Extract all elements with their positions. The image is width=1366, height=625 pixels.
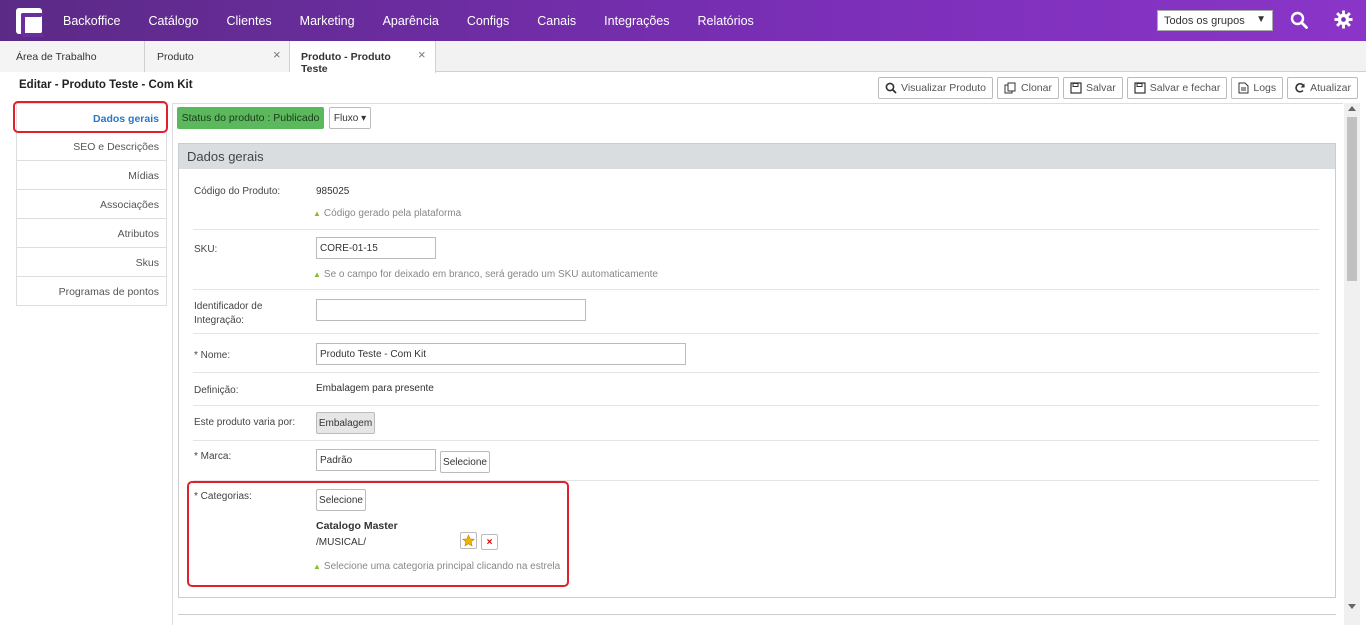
varia-label: Este produto varia por: xyxy=(194,417,296,428)
fluxo-dropdown[interactable]: Fluxo ▾ xyxy=(329,107,371,129)
row-divider xyxy=(193,372,1319,373)
tab-label: Produto - Produto Teste xyxy=(301,51,391,75)
nav-relatorios[interactable]: Relatórios xyxy=(698,14,754,28)
nome-label: * Nome: xyxy=(194,350,231,361)
marca-label: * Marca: xyxy=(194,451,232,462)
nav-catalogo[interactable]: Catálogo xyxy=(148,14,198,28)
tab-label: Área de Trabalho xyxy=(16,51,97,63)
tab-produto[interactable]: Produto × xyxy=(145,41,290,72)
scroll-down-icon[interactable] xyxy=(1348,604,1356,609)
definicao-label: Definição: xyxy=(194,385,239,396)
sku-input[interactable]: CORE-01-15 xyxy=(316,237,436,259)
save-close-button[interactable]: Salvar e fechar xyxy=(1126,77,1228,99)
integracao-input[interactable] xyxy=(316,299,586,321)
sku-hint: ▲ Se o campo for deixado em branco, será … xyxy=(313,269,658,280)
varia-tag: Embalagem xyxy=(316,412,375,434)
button-label: Atualizar xyxy=(1310,82,1351,94)
app-logo[interactable] xyxy=(16,7,45,37)
row-divider xyxy=(193,229,1319,230)
page-title: Editar - Produto Teste - Com Kit xyxy=(19,79,193,91)
main-menu: Backoffice Catálogo Clientes Marketing A… xyxy=(63,14,782,28)
button-label: Visualizar Produto xyxy=(901,82,987,94)
nav-backoffice[interactable]: Backoffice xyxy=(63,14,120,28)
caret-down-icon: ▼ xyxy=(1256,14,1266,25)
row-divider xyxy=(193,405,1319,406)
tab-area-de-trabalho[interactable]: Área de Trabalho xyxy=(0,41,145,72)
nav-configs[interactable]: Configs xyxy=(467,14,509,28)
section-midias[interactable]: Mídias xyxy=(16,161,167,190)
nav-aparencia[interactable]: Aparência xyxy=(383,14,439,28)
hint-text: Código gerado pela plataforma xyxy=(323,208,462,219)
tab-bar: Área de Trabalho Produto × Produto - Pro… xyxy=(0,41,1366,75)
copy-icon xyxy=(1004,82,1016,94)
button-label: Salvar xyxy=(1085,82,1116,94)
section-programas-de-pontos[interactable]: Programas de pontos xyxy=(16,277,167,306)
section-menu: Dados gerais SEO e Descrições Mídias Ass… xyxy=(16,103,167,306)
highlight-box xyxy=(13,101,168,133)
row-divider xyxy=(193,333,1319,334)
tab-label: Produto xyxy=(157,51,194,63)
nav-marketing[interactable]: Marketing xyxy=(300,14,355,28)
search-icon xyxy=(885,82,897,94)
hint-marker-icon: ▲ xyxy=(313,209,321,218)
highlight-box xyxy=(187,481,569,587)
section-seo[interactable]: SEO e Descrições xyxy=(16,132,167,161)
refresh-icon xyxy=(1295,83,1305,93)
row-divider xyxy=(193,440,1319,441)
logs-button[interactable]: Logs xyxy=(1231,77,1284,99)
button-label: Salvar e fechar xyxy=(1149,82,1221,94)
document-icon xyxy=(1238,82,1249,94)
refresh-button[interactable]: Atualizar xyxy=(1287,77,1358,99)
action-toolbar: Visualizar Produto Clonar Salvar Salvar … xyxy=(874,77,1358,99)
nome-input[interactable]: Produto Teste - Com Kit xyxy=(316,343,686,365)
floppy-icon xyxy=(1134,82,1146,94)
button-label: Clonar xyxy=(1021,82,1052,94)
button-label: Logs xyxy=(1253,82,1277,94)
top-navbar: Backoffice Catálogo Clientes Marketing A… xyxy=(0,0,1366,41)
hint-marker-icon: ▲ xyxy=(313,270,321,279)
section-associacoes[interactable]: Associações xyxy=(16,190,167,219)
close-icon[interactable]: × xyxy=(273,47,281,62)
label-line: Identificador de xyxy=(194,301,263,312)
label-line: Integração: xyxy=(194,315,245,326)
status-badge[interactable]: Status do produto : Publicado xyxy=(177,107,324,129)
integracao-label: Identificador de Integração: xyxy=(194,300,262,328)
close-icon[interactable]: × xyxy=(418,47,426,62)
nav-canais[interactable]: Canais xyxy=(537,14,576,28)
save-button[interactable]: Salvar xyxy=(1062,77,1123,99)
tab-produto-teste[interactable]: Produto - Produto Teste × xyxy=(290,41,436,75)
sku-label: SKU: xyxy=(194,244,218,255)
section-skus[interactable]: Skus xyxy=(16,248,167,277)
row-divider xyxy=(193,289,1319,290)
hint-text: Se o campo for deixado em branco, será g… xyxy=(323,269,658,280)
panel-divider xyxy=(178,614,1336,615)
nav-clientes[interactable]: Clientes xyxy=(227,14,272,28)
panel-title: Dados gerais xyxy=(179,144,1335,169)
codigo-hint: ▲ Código gerado pela plataforma xyxy=(313,208,461,219)
search-icon[interactable] xyxy=(1290,11,1308,29)
view-product-button[interactable]: Visualizar Produto xyxy=(878,77,994,99)
marca-input[interactable]: Padrão xyxy=(316,449,436,471)
codigo-label: Código do Produto: xyxy=(194,186,281,197)
scroll-up-icon[interactable] xyxy=(1348,106,1356,111)
nav-integracoes[interactable]: Integrações xyxy=(604,14,669,28)
gear-icon[interactable] xyxy=(1334,10,1353,29)
definicao-value: Embalagem para presente xyxy=(316,383,434,394)
scrollbar-thumb[interactable] xyxy=(1347,117,1357,281)
group-select-value: Todos os grupos xyxy=(1164,15,1245,27)
clone-button[interactable]: Clonar xyxy=(997,77,1059,99)
section-atributos[interactable]: Atributos xyxy=(16,219,167,248)
codigo-value: 985025 xyxy=(316,186,350,197)
group-select[interactable]: Todos os grupos ▼ xyxy=(1157,10,1273,31)
floppy-icon xyxy=(1070,82,1082,94)
marca-select-button[interactable]: Selecione xyxy=(440,451,490,473)
